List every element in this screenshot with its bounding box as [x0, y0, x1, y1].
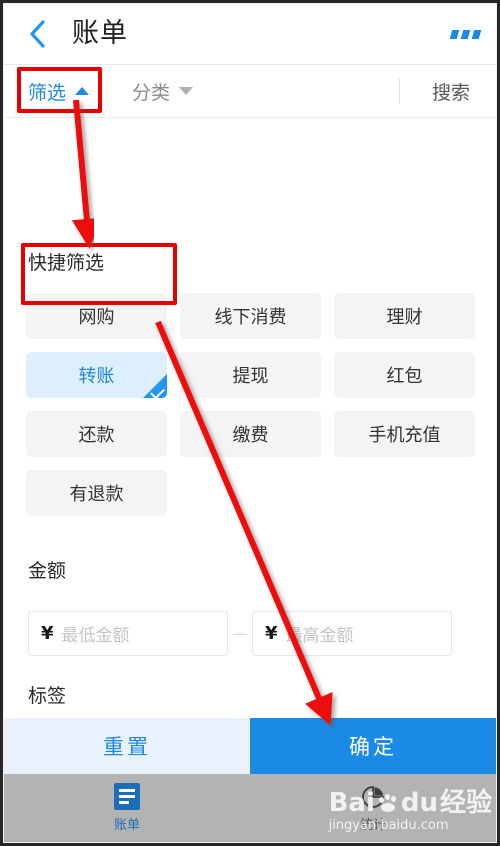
filter-label: 筛选: [28, 81, 67, 104]
filter-panel: 快捷筛选 网购 线下消费 理财 转账 提现 红包 还款 缴费 手机充值 有退款 …: [4, 118, 496, 720]
reset-label: 重置: [103, 735, 151, 759]
amount-range-row: ¥ 最低金额 — ¥ 最高金额: [28, 611, 474, 656]
tab-category[interactable]: 分类: [132, 65, 194, 117]
tab-bill-label: 账单: [113, 818, 140, 833]
tag-label: 提现: [232, 366, 269, 387]
tag-hongbao[interactable]: 红包: [334, 352, 475, 398]
tabbar-ghost-artifact: [4, 774, 496, 788]
search-button[interactable]: 搜索: [432, 65, 470, 117]
tag-label: 有退款: [69, 484, 124, 505]
max-amount-placeholder: 最高金额: [285, 626, 354, 646]
caret-down-icon: [179, 87, 194, 95]
tag-wangou[interactable]: 网购: [26, 293, 167, 339]
amount-range-separator: —: [232, 624, 248, 643]
tag-label: 网购: [78, 307, 115, 328]
action-bar: 重置 确定: [4, 718, 496, 774]
filter-bar-divider: [399, 78, 400, 104]
min-amount-input[interactable]: ¥ 最低金额: [28, 611, 228, 656]
tag-shoujichongzhi[interactable]: 手机充值: [334, 411, 475, 457]
tag-label: 手机充值: [368, 425, 441, 446]
min-amount-placeholder: 最低金额: [61, 626, 130, 646]
tag-label: 理财: [386, 307, 423, 328]
tag-licai[interactable]: 理财: [334, 293, 475, 339]
tag-label: 线下消费: [214, 307, 287, 328]
title-bar: 账单: [4, 4, 496, 65]
tag-label: 转账: [78, 366, 115, 387]
page-title: 账单: [72, 18, 128, 49]
screenshot-root: 账单 筛选 分类 搜索 快捷筛选 网购 线下消费 理财 转账 提现 红包 还款 …: [0, 0, 500, 846]
tag-youtuikuan[interactable]: 有退款: [26, 470, 167, 516]
tag-label: 还款: [78, 425, 115, 446]
max-amount-input[interactable]: ¥ 最高金额: [252, 611, 452, 656]
more-dot-1: [449, 29, 460, 39]
quick-filter-title: 快捷筛选: [28, 252, 105, 274]
tag-label: 缴费: [232, 425, 269, 446]
tab-filter[interactable]: 筛选: [28, 65, 90, 117]
yen-symbol-icon: ¥: [41, 623, 54, 644]
confirm-label: 确定: [349, 735, 397, 759]
phone-viewport: 账单 筛选 分类 搜索 快捷筛选 网购 线下消费 理财 转账 提现 红包 还款 …: [4, 4, 496, 842]
search-label: 搜索: [431, 81, 470, 104]
filter-bar: 筛选 分类 搜索: [4, 65, 496, 118]
quick-filter-tag-grid: 网购 线下消费 理财 转账 提现 红包 还款 缴费 手机充值 有退款: [26, 293, 476, 516]
tag-label: 红包: [386, 366, 423, 387]
more-dot-2: [460, 29, 471, 39]
tab-statistics-label: 统计: [359, 817, 386, 833]
more-dot-3: [471, 29, 482, 39]
tag-tixian[interactable]: 提现: [180, 352, 321, 398]
caret-up-icon: [75, 87, 90, 95]
labels-section-title: 标签: [28, 685, 67, 707]
chevron-left-icon[interactable]: [24, 18, 50, 50]
tag-huankuan[interactable]: 还款: [26, 411, 167, 457]
tag-zhuanzhang[interactable]: 转账: [26, 352, 167, 398]
category-label: 分类: [132, 81, 171, 104]
bill-line-3: [119, 801, 129, 804]
bill-line-2: [119, 795, 135, 798]
bill-line-1: [119, 789, 135, 792]
reset-button[interactable]: 重置: [4, 718, 250, 774]
confirm-button[interactable]: 确定: [250, 718, 496, 774]
tag-xianxiaxiaofei[interactable]: 线下消费: [180, 293, 321, 339]
more-options-icon[interactable]: [434, 20, 482, 48]
amount-section-title: 金额: [28, 560, 67, 582]
yen-symbol-icon: ¥: [265, 623, 278, 644]
tag-jiaofei[interactable]: 缴费: [180, 411, 321, 457]
